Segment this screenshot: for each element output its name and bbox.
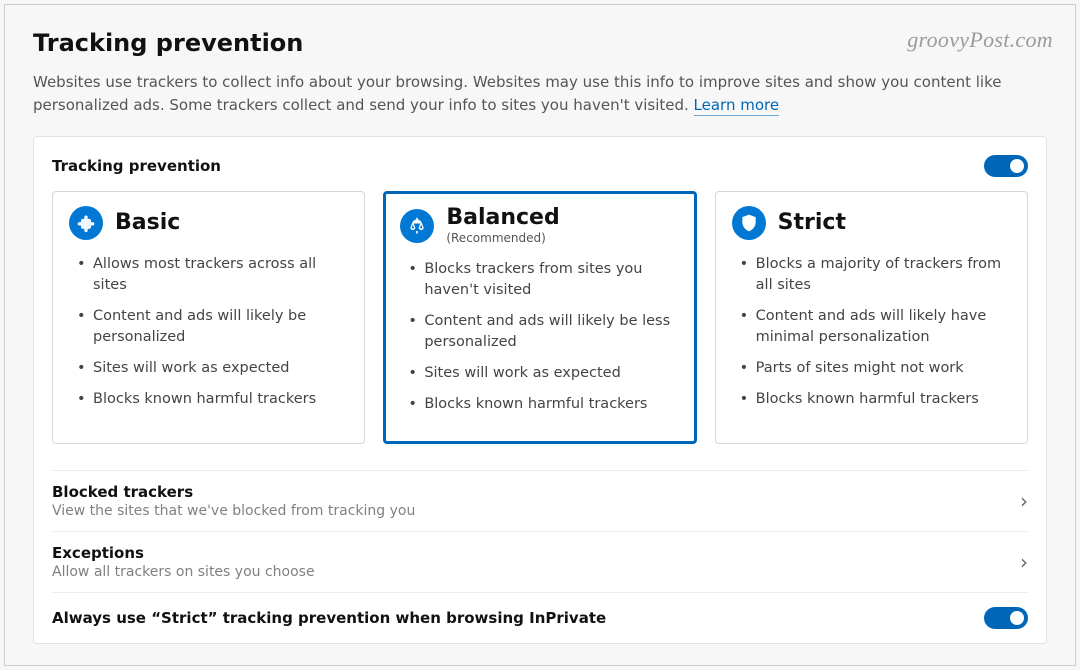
card-balanced-head: Balanced (Recommended) xyxy=(400,206,679,245)
learn-more-link[interactable]: Learn more xyxy=(694,96,780,116)
list-item: Blocks known harmful trackers xyxy=(75,389,348,410)
card-basic-head: Basic xyxy=(69,206,348,240)
level-cards: Basic Allows most trackers across all si… xyxy=(52,191,1028,444)
list-item: Content and ads will likely be personali… xyxy=(75,306,348,348)
tracking-toggle[interactable] xyxy=(984,155,1028,177)
list-item: Sites will work as expected xyxy=(406,363,679,384)
list-item: Content and ads will likely have minimal… xyxy=(738,306,1011,348)
page-description: Websites use trackers to collect info ab… xyxy=(33,71,1023,116)
watermark-text: groovyPost.com xyxy=(907,27,1053,53)
card-basic-list: Allows most trackers across all sites Co… xyxy=(69,254,348,410)
card-balanced-subtitle: (Recommended) xyxy=(446,231,559,245)
page-title: Tracking prevention xyxy=(33,29,1047,57)
card-strict-title: Strict xyxy=(778,211,846,235)
card-basic[interactable]: Basic Allows most trackers across all si… xyxy=(52,191,365,444)
row-texts: Exceptions Allow all trackers on sites y… xyxy=(52,544,315,580)
panel-title: Tracking prevention xyxy=(52,157,221,175)
list-item: Sites will work as expected xyxy=(75,358,348,379)
list-item: Blocks trackers from sites you haven't v… xyxy=(406,259,679,301)
list-item: Allows most trackers across all sites xyxy=(75,254,348,296)
chevron-right-icon: › xyxy=(1020,550,1028,574)
row-title: Always use “Strict” tracking prevention … xyxy=(52,609,606,627)
row-texts: Blocked trackers View the sites that we'… xyxy=(52,483,415,519)
card-balanced[interactable]: Balanced (Recommended) Blocks trackers f… xyxy=(383,191,696,444)
puzzle-icon xyxy=(69,206,103,240)
row-exceptions[interactable]: Exceptions Allow all trackers on sites y… xyxy=(52,531,1028,592)
balance-icon xyxy=(400,209,434,243)
tracking-panel: Tracking prevention Basic Allows most tr… xyxy=(33,136,1047,644)
panel-header: Tracking prevention xyxy=(52,155,1028,177)
row-title: Exceptions xyxy=(52,544,315,562)
card-strict-head: Strict xyxy=(732,206,1011,240)
list-item: Blocks a majority of trackers from all s… xyxy=(738,254,1011,296)
row-inprivate-strict: Always use “Strict” tracking prevention … xyxy=(52,592,1028,641)
intro-text: Websites use trackers to collect info ab… xyxy=(33,73,1001,114)
row-subtitle: Allow all trackers on sites you choose xyxy=(52,564,315,580)
card-balanced-title: Balanced xyxy=(446,206,559,230)
list-item: Parts of sites might not work xyxy=(738,358,1011,379)
row-title: Blocked trackers xyxy=(52,483,415,501)
list-item: Blocks known harmful trackers xyxy=(738,389,1011,410)
inprivate-strict-toggle[interactable] xyxy=(984,607,1028,629)
card-balanced-list: Blocks trackers from sites you haven't v… xyxy=(400,259,679,415)
row-blocked-trackers[interactable]: Blocked trackers View the sites that we'… xyxy=(52,470,1028,531)
settings-section: groovyPost.com Tracking prevention Websi… xyxy=(4,4,1076,666)
shield-icon xyxy=(732,206,766,240)
list-item: Blocks known harmful trackers xyxy=(406,394,679,415)
card-strict[interactable]: Strict Blocks a majority of trackers fro… xyxy=(715,191,1028,444)
card-strict-list: Blocks a majority of trackers from all s… xyxy=(732,254,1011,410)
chevron-right-icon: › xyxy=(1020,489,1028,513)
row-subtitle: View the sites that we've blocked from t… xyxy=(52,503,415,519)
list-item: Content and ads will likely be less pers… xyxy=(406,311,679,353)
card-basic-title: Basic xyxy=(115,211,180,235)
